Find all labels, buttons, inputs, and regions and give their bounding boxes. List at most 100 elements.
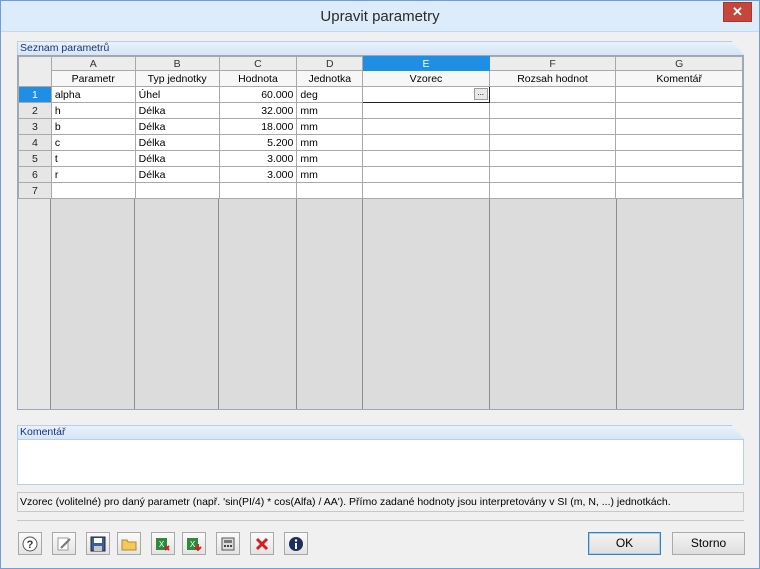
grid-cell[interactable] bbox=[296, 182, 364, 199]
grid-cell[interactable]: Délka bbox=[134, 102, 220, 119]
row-number[interactable]: 1 bbox=[18, 86, 52, 103]
column-header[interactable]: Parametr bbox=[50, 70, 136, 87]
grid-cell[interactable]: mm bbox=[296, 166, 364, 183]
grid-cell[interactable]: Délka bbox=[134, 118, 220, 135]
grid-cell[interactable]: mm bbox=[296, 102, 364, 119]
grid-cell[interactable] bbox=[615, 150, 743, 167]
grid-cell[interactable]: 5.200 bbox=[218, 134, 298, 151]
comment-field[interactable] bbox=[17, 439, 744, 485]
grid-cell[interactable] bbox=[615, 182, 743, 199]
column-header[interactable]: Jednotka bbox=[296, 70, 364, 87]
column-letter-d[interactable]: D bbox=[296, 56, 364, 71]
column-letter-f[interactable]: F bbox=[488, 56, 617, 71]
column-header[interactable]: Vzorec bbox=[362, 70, 490, 87]
svg-text:?: ? bbox=[27, 539, 34, 551]
column-header[interactable]: Hodnota bbox=[218, 70, 298, 87]
column-letter-g[interactable]: G bbox=[615, 56, 743, 71]
row-number[interactable]: 2 bbox=[18, 102, 52, 119]
separator bbox=[17, 520, 744, 521]
grid-cell[interactable]: Délka bbox=[134, 134, 220, 151]
row-number[interactable]: 4 bbox=[18, 134, 52, 151]
save-icon bbox=[90, 536, 106, 552]
grid-cell[interactable] bbox=[362, 102, 490, 119]
column-header[interactable]: Rozsah hodnot bbox=[488, 70, 617, 87]
grid-cell[interactable] bbox=[488, 118, 617, 135]
close-button[interactable]: ✕ bbox=[723, 2, 752, 22]
grid-cell[interactable]: alpha bbox=[50, 86, 136, 103]
grid-cell[interactable] bbox=[488, 182, 617, 199]
edit-button[interactable] bbox=[52, 532, 76, 555]
parameter-grid[interactable]: A B C D E F G Parametr Typ jednotky Hodnota Jednot… bbox=[17, 55, 744, 410]
grid-corner[interactable] bbox=[18, 56, 52, 87]
table-row: 3 b Délka 18.000 mm bbox=[18, 118, 743, 135]
row-number[interactable]: 7 bbox=[18, 182, 52, 199]
import-excel-button[interactable]: X bbox=[182, 532, 206, 555]
grid-cell[interactable]: h bbox=[50, 102, 136, 119]
info-icon bbox=[289, 537, 303, 551]
grid-cell[interactable] bbox=[134, 182, 220, 199]
grid-cell[interactable]: c bbox=[50, 134, 136, 151]
grid-cell[interactable]: Délka bbox=[134, 150, 220, 167]
column-letter-c[interactable]: C bbox=[218, 56, 298, 71]
open-folder-icon bbox=[121, 539, 137, 551]
grid-cell[interactable] bbox=[615, 166, 743, 183]
grid-cell[interactable]: r bbox=[50, 166, 136, 183]
table-row: 6 r Délka 3.000 mm bbox=[18, 166, 743, 183]
grid-cell[interactable] bbox=[218, 182, 298, 199]
save-button[interactable] bbox=[86, 532, 110, 555]
grid-cell[interactable]: 3.000 bbox=[218, 150, 298, 167]
grid-cell[interactable] bbox=[488, 102, 617, 119]
grid-cell[interactable]: mm bbox=[296, 150, 364, 167]
column-header[interactable]: Komentář bbox=[615, 70, 743, 87]
grid-cell[interactable]: Délka bbox=[134, 166, 220, 183]
column-letter-row: ABCDEFG bbox=[18, 56, 743, 87]
export-excel-button[interactable]: X bbox=[151, 532, 175, 555]
grid-cell[interactable]: mm bbox=[296, 134, 364, 151]
title-bar: Upravit parametry ✕ bbox=[1, 1, 759, 32]
grid-cell[interactable] bbox=[615, 134, 743, 151]
grid-cell[interactable] bbox=[488, 134, 617, 151]
grid-cell[interactable]: t bbox=[50, 150, 136, 167]
cancel-button[interactable]: Storno bbox=[672, 532, 745, 555]
formula-edit-button[interactable]: ... bbox=[473, 88, 488, 100]
grid-cell[interactable] bbox=[615, 118, 743, 135]
ok-button[interactable]: OK bbox=[588, 532, 661, 555]
grid-cell[interactable] bbox=[362, 182, 490, 199]
grid-cell[interactable] bbox=[488, 150, 617, 167]
grid-cell[interactable]: deg bbox=[296, 86, 364, 103]
grid-cell[interactable]: mm bbox=[296, 118, 364, 135]
column-header-row: Parametr Typ jednotky Hodnota Jednotka Vzore… bbox=[19, 70, 743, 87]
grid-cell[interactable] bbox=[50, 182, 136, 199]
table-row: 4 c Délka 5.200 mm bbox=[18, 134, 743, 151]
grid-cell[interactable] bbox=[488, 166, 617, 183]
column-letter-a[interactable]: A bbox=[50, 56, 136, 71]
grid-cell[interactable]: 60.000 bbox=[218, 86, 298, 103]
grid-cell[interactable] bbox=[615, 102, 743, 119]
comment-header: Komentář bbox=[17, 425, 744, 439]
column-letter-e[interactable]: E bbox=[362, 56, 490, 71]
row-number[interactable]: 3 bbox=[18, 118, 52, 135]
row-number[interactable]: 5 bbox=[18, 150, 52, 167]
grid-cell[interactable] bbox=[362, 134, 490, 151]
row-number[interactable]: 6 bbox=[18, 166, 52, 183]
grid-cell[interactable]: 18.000 bbox=[218, 118, 298, 135]
grid-cell[interactable] bbox=[615, 86, 743, 103]
grid-cell[interactable]: 3.000 bbox=[218, 166, 298, 183]
column-letter-b[interactable]: B bbox=[134, 56, 220, 71]
info-button[interactable] bbox=[284, 532, 308, 555]
column-header[interactable]: Typ jednotky bbox=[134, 70, 220, 87]
svg-text:X: X bbox=[159, 540, 165, 549]
help-button[interactable]: ? bbox=[18, 532, 42, 555]
grid-cell[interactable]: b bbox=[50, 118, 136, 135]
delete-button[interactable] bbox=[250, 532, 274, 555]
calculator-button[interactable] bbox=[216, 532, 240, 555]
grid-cell[interactable] bbox=[362, 118, 490, 135]
help-icon: ? bbox=[22, 536, 38, 552]
selected-cell[interactable]: ... bbox=[362, 86, 490, 103]
grid-cell[interactable]: Úhel bbox=[134, 86, 220, 103]
grid-cell[interactable] bbox=[362, 150, 490, 167]
open-button[interactable] bbox=[117, 532, 141, 555]
grid-cell[interactable] bbox=[362, 166, 490, 183]
grid-cell[interactable] bbox=[488, 86, 617, 103]
grid-cell[interactable]: 32.000 bbox=[218, 102, 298, 119]
